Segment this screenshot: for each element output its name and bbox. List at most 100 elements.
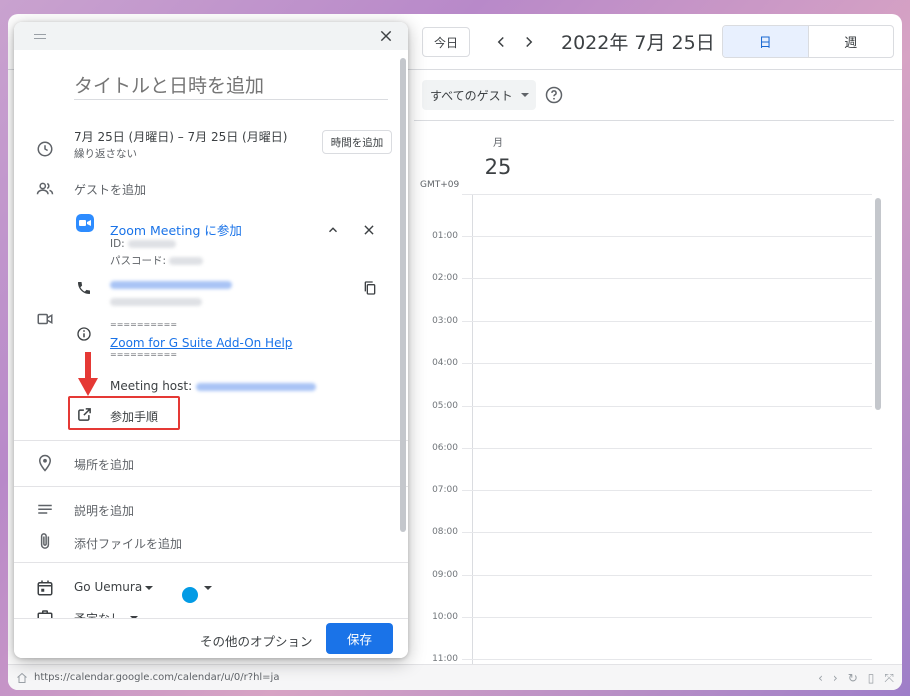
hour-label: 08:00	[432, 527, 458, 537]
hour-line	[462, 363, 872, 364]
add-description-field[interactable]: 説明を追加	[74, 502, 134, 519]
chevron-left-icon	[497, 36, 504, 48]
day-column-header[interactable]: 月 25	[478, 134, 518, 179]
description-icon	[38, 504, 52, 514]
back-icon[interactable]: ‹	[818, 671, 823, 686]
dialog-scrollbar[interactable]	[400, 58, 406, 532]
add-time-button[interactable]: 時間を追加	[322, 130, 392, 154]
meeting-host: Meeting host:	[110, 379, 316, 393]
remove-conference-icon[interactable]	[362, 223, 376, 237]
home-icon[interactable]	[16, 672, 28, 684]
hour-label: 05:00	[432, 401, 458, 411]
next-day-button[interactable]	[516, 28, 542, 56]
divider-text: ==========	[110, 320, 178, 329]
repeat-setting[interactable]: 繰り返さない	[74, 146, 137, 161]
dropdown-caret-icon[interactable]	[204, 586, 212, 590]
copy-icon[interactable]	[362, 280, 378, 296]
prev-day-button[interactable]	[488, 28, 514, 56]
redacted-value	[110, 297, 202, 306]
view-toggle: 日 週	[722, 25, 894, 58]
event-editor-dialog: 7月 25日 (月曜日) – 7月 25日 (月曜日) 繰り返さない 時間を追加…	[14, 22, 408, 658]
hour-label: 02:00	[432, 273, 458, 283]
zoom-help-link[interactable]: Zoom for G Suite Add-On Help	[110, 336, 292, 350]
dialog-footer: その他のオプション 保存	[14, 618, 408, 658]
day-time-grid[interactable]	[472, 194, 872, 690]
hour-line	[462, 406, 872, 407]
zoom-passcode: パスコード:	[110, 253, 204, 268]
clock-icon	[36, 140, 54, 158]
guest-filter-label: すべてのゲスト	[430, 88, 513, 103]
current-date-title: 2022年 7月 25日	[561, 32, 715, 54]
phone-icon	[78, 282, 90, 294]
view-week-button[interactable]: 週	[809, 26, 894, 57]
event-date-range[interactable]: 7月 25日 (月曜日) – 7月 25日 (月曜日)	[74, 128, 287, 145]
status-url: https://calendar.google.com/calendar/u/0…	[34, 672, 280, 683]
location-pin-icon	[38, 454, 52, 472]
dialog-header[interactable]	[14, 22, 408, 50]
redacted-value	[195, 382, 316, 391]
redacted-value	[110, 280, 232, 289]
chevron-up-icon[interactable]	[326, 223, 340, 237]
hour-label: 03:00	[432, 316, 458, 326]
drag-handle-icon[interactable]	[34, 34, 46, 39]
view-day-button[interactable]: 日	[723, 26, 809, 57]
calendar-icon	[37, 580, 53, 596]
dial-in-passcode	[110, 294, 202, 308]
calendar-color-swatch[interactable]	[182, 587, 198, 603]
hour-label: 09:00	[432, 570, 458, 580]
reload-icon[interactable]: ↻	[848, 671, 858, 686]
hour-line	[462, 236, 872, 237]
hour-line	[462, 321, 872, 322]
help-icon[interactable]	[544, 85, 564, 105]
info-icon	[77, 327, 91, 341]
hour-label: 06:00	[432, 443, 458, 453]
zoom-passcode-label: パスコード:	[110, 255, 170, 267]
redacted-value	[128, 240, 177, 248]
forward-icon[interactable]: ›	[833, 671, 838, 686]
calendar-scrollbar[interactable]	[875, 198, 881, 410]
people-icon	[36, 180, 54, 198]
hour-label: 04:00	[432, 358, 458, 368]
add-location-field[interactable]: 場所を追加	[74, 456, 134, 473]
calendar-owner-select[interactable]: Go Uemura	[74, 580, 142, 594]
add-attachment-field[interactable]: 添付ファイルを追加	[74, 535, 182, 552]
filter-divider	[414, 120, 894, 121]
red-arrow-annotation	[78, 352, 98, 396]
section-divider	[14, 562, 408, 563]
day-of-week: 月	[493, 138, 503, 149]
add-guests-field[interactable]: ゲストを追加	[74, 181, 146, 198]
close-icon[interactable]	[378, 28, 394, 44]
guest-filter-dropdown[interactable]: すべてのゲスト	[422, 80, 536, 110]
red-highlight-annotation	[68, 396, 180, 430]
day-number[interactable]: 25	[478, 155, 518, 179]
hour-line	[462, 194, 872, 195]
browser-window: 今日 2022年 7月 25日 日 週 すべてのゲスト 月 25 GMT+09	[8, 14, 902, 690]
today-button[interactable]: 今日	[422, 27, 470, 57]
fullscreen-icon[interactable]: ⤧	[884, 671, 894, 686]
video-camera-icon	[37, 313, 53, 325]
hour-label: 10:00	[432, 612, 458, 622]
hour-label: 11:00	[432, 654, 458, 664]
hour-label: 01:00	[432, 231, 458, 241]
zoom-join-link[interactable]: Zoom Meeting に参加	[110, 220, 242, 239]
event-title-input[interactable]	[74, 72, 388, 100]
zoom-id-label: ID:	[110, 238, 129, 250]
hour-line	[462, 448, 872, 449]
meeting-host-label: Meeting host:	[110, 379, 196, 393]
browser-statusbar: https://calendar.google.com/calendar/u/0…	[8, 664, 902, 690]
dropdown-caret-icon	[520, 93, 529, 97]
section-divider	[14, 486, 408, 487]
zoom-logo-icon	[76, 214, 94, 232]
save-button[interactable]: 保存	[326, 623, 393, 654]
redacted-value	[169, 257, 204, 265]
hour-label: 07:00	[432, 485, 458, 495]
hour-line	[462, 617, 872, 618]
mobile-icon[interactable]: ▯	[868, 671, 875, 686]
section-divider	[14, 440, 408, 441]
dropdown-caret-icon[interactable]	[145, 586, 153, 590]
more-options-button[interactable]: その他のオプション	[200, 631, 313, 650]
dial-in-number[interactable]	[110, 277, 232, 291]
chevron-right-icon	[526, 36, 533, 48]
status-controls: ‹ › ↻ ▯ ⤧	[818, 671, 894, 686]
zoom-meeting-id: ID:	[110, 238, 177, 250]
